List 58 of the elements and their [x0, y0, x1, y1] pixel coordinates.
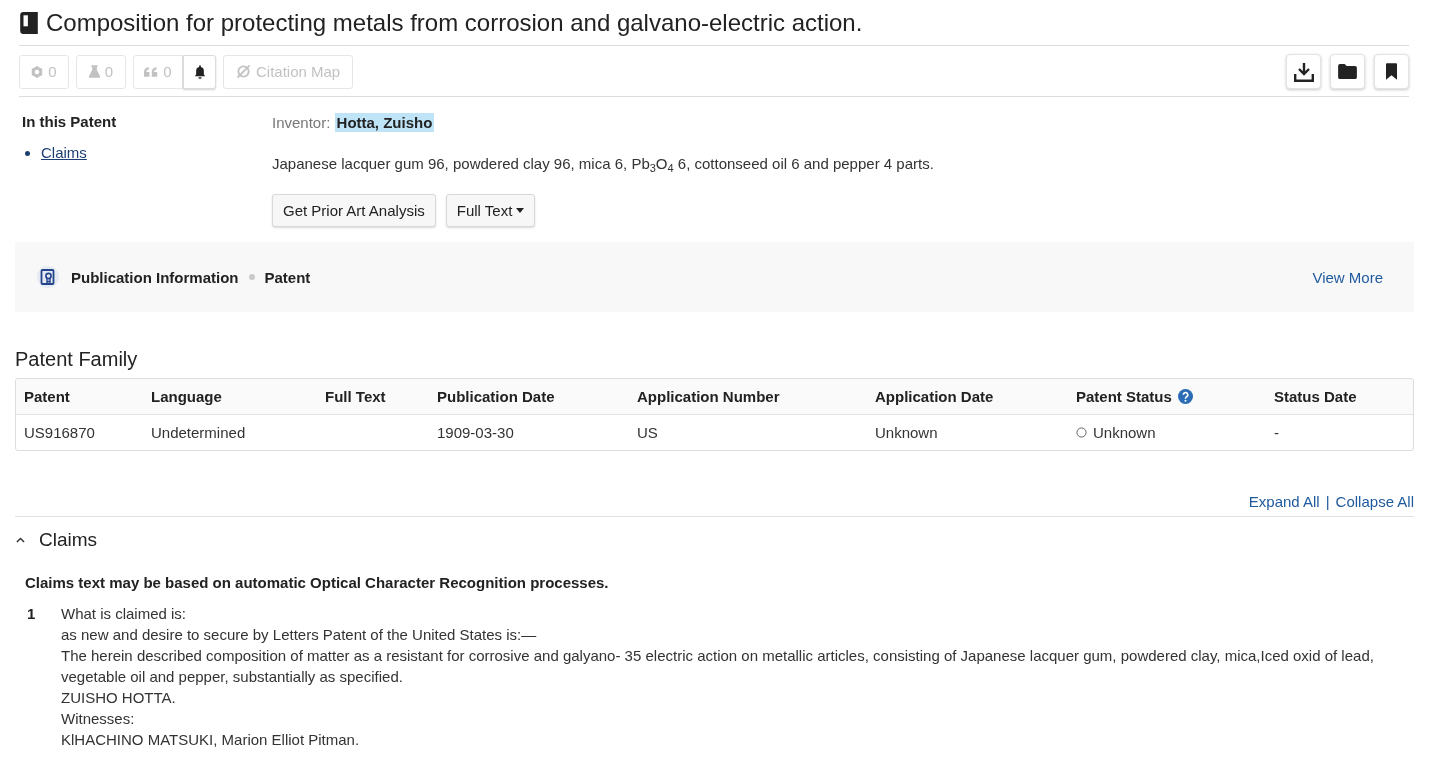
- alert-button[interactable]: [183, 54, 216, 89]
- claim-text: What is claimed is:: [61, 604, 188, 624]
- claim-text: as new and desire to secure by Letters Patent of the United States is:—: [61, 625, 538, 645]
- link-separator: |: [1325, 492, 1330, 511]
- expand-all-link[interactable]: Expand All: [1248, 492, 1320, 511]
- table-cell-text: Unknown: [874, 424, 939, 441]
- folder-icon: [1338, 64, 1357, 79]
- dot-icon: [248, 274, 255, 280]
- bullet-icon: [25, 150, 30, 156]
- table-cell-text: US: [636, 424, 659, 441]
- section-heading[interactable]: Claims: [39, 529, 98, 551]
- publication-type: Patent: [264, 268, 311, 286]
- section-title: Publication Information: [71, 268, 239, 286]
- claim-text: KlHACHINO MATSUKI, Marion Elliot Pitman.: [61, 730, 361, 750]
- download-button[interactable]: [1286, 54, 1321, 89]
- status-circle-icon: [1076, 427, 1087, 438]
- column-header: Application Date: [875, 388, 994, 405]
- column-header: Publication Date: [437, 388, 555, 405]
- claim-text: ZUISHO HOTTA.: [61, 688, 177, 708]
- certificate-icon: [37, 266, 59, 288]
- section-title: Patent Family: [15, 348, 139, 370]
- help-icon[interactable]: [1177, 389, 1193, 404]
- dropdown-button[interactable]: Full Text: [445, 194, 536, 227]
- table-cell-text: -: [1273, 424, 1280, 441]
- chevron-up-icon[interactable]: [16, 537, 25, 543]
- claim-text: The herein described composition of matter as a resistant for corrosive and galyano- 35 electric action on metallic articles, consisting of Japanese lacquer gum, powdered clay, mica,Iced oxid of lead, vegetable oil and pepper, substantially as specified.: [61, 646, 1375, 687]
- column-header: Language: [151, 388, 222, 405]
- column-header: Patent: [24, 388, 70, 405]
- inventor-name: Hotta, Zuisho: [334, 113, 435, 132]
- view-more-link[interactable]: View More: [1312, 268, 1383, 286]
- column-header: Status Date: [1274, 388, 1357, 405]
- sidebar-link[interactable]: Claims: [41, 144, 87, 162]
- folder-button[interactable]: [1330, 54, 1365, 89]
- claim-text: Witnesses:: [61, 709, 136, 729]
- action-button[interactable]: Get Prior Art Analysis: [272, 194, 436, 227]
- collapse-all-link[interactable]: Collapse All: [1335, 492, 1414, 511]
- book-icon: [20, 12, 38, 34]
- ocr-notice: Claims text may be based on automatic Optical Character Recognition processes.: [25, 573, 610, 592]
- abstract-text: Japanese lacquer gum 96, powdered clay 96, mica 6, Pb$_{3}$O$_{4}$ 6, cottonseed oil 6 and pepper 4 parts.: [272, 154, 935, 174]
- status-text: Unknown: [1093, 424, 1156, 441]
- bookmark-button[interactable]: [1374, 54, 1409, 89]
- download-icon: [1293, 61, 1314, 82]
- crossed-circle-icon: [236, 64, 251, 79]
- column-header: Application Number: [637, 388, 780, 405]
- claim-number: 1: [27, 604, 37, 624]
- page-title: Composition for protecting metals from corrosion and galvano-electric action.: [46, 8, 863, 38]
- bell-icon: [193, 64, 206, 79]
- section-title: In this Patent: [22, 113, 118, 131]
- patent-number-cell-text: US916870: [23, 424, 96, 441]
- table-cell-text: 1909-03-30: [436, 424, 515, 441]
- inventor-label: Inventor:: [272, 114, 331, 131]
- column-header: Full Text: [325, 388, 386, 405]
- column-header: Patent Status: [1076, 388, 1172, 405]
- flask-icon: [88, 65, 100, 78]
- quote-icon: [144, 66, 159, 77]
- table-cell-text: Undetermined: [150, 424, 247, 441]
- hexagon-icon: [31, 65, 44, 78]
- bookmark-icon: [1386, 63, 1397, 80]
